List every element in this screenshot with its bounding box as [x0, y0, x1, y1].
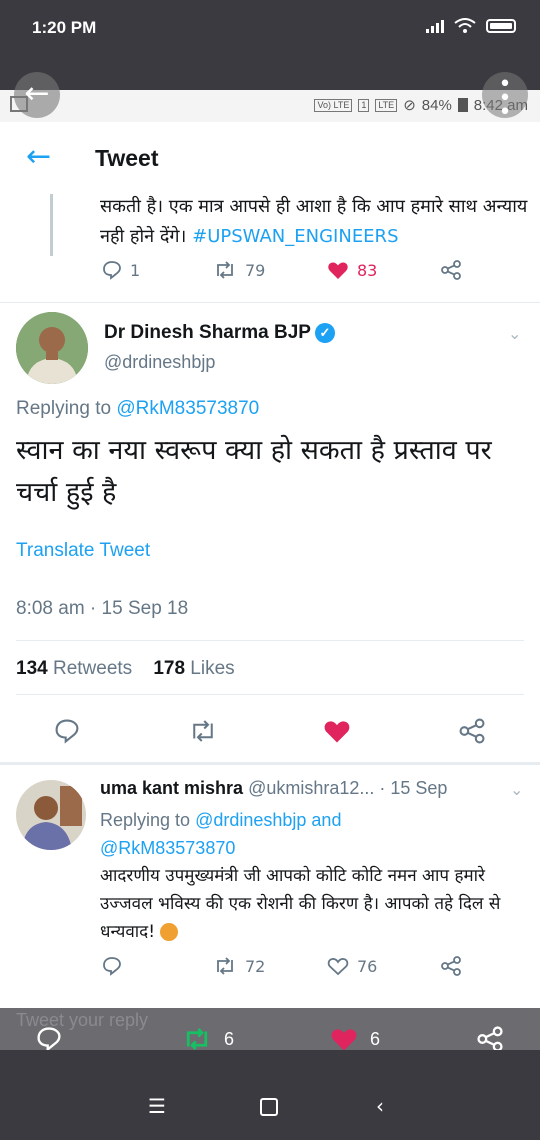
outer-status-bar: 1:20 PM	[0, 0, 540, 90]
heart-icon	[328, 262, 348, 279]
author-name[interactable]: Dr Dinesh Sharma BJP ✓	[104, 322, 335, 344]
share-action[interactable]	[440, 260, 462, 280]
retweets-stat[interactable]: 134 Retweets	[16, 658, 132, 679]
reply-retweet-count: 72	[245, 956, 266, 976]
back-arrow-icon[interactable]: ←	[26, 142, 51, 172]
reply-count: 1	[130, 260, 141, 280]
reply-author[interactable]: uma kant mishra @ukmishra12... · 15 Sep	[100, 778, 447, 799]
divider	[0, 302, 540, 303]
author-handle[interactable]: @drdineshbjp	[104, 352, 215, 373]
outer-more-button[interactable]: • • •	[482, 72, 528, 124]
heart-outline-icon	[327, 958, 349, 976]
retweet-icon	[193, 720, 213, 742]
verified-icon: ✓	[314, 322, 335, 343]
main-like-button[interactable]	[323, 718, 351, 744]
overlay-like-button[interactable]: 6	[330, 1026, 380, 1052]
tweet-text: स्वान का नया स्वरूप क्या हो सकता है प्रस…	[16, 435, 492, 508]
outer-back-button[interactable]: ←	[14, 72, 60, 118]
divider	[16, 694, 524, 695]
replying-to: Replying to @RkM83573870	[16, 398, 259, 420]
dnd-icon: ⊘	[403, 97, 416, 114]
thread-line	[50, 194, 53, 256]
likes-stat-label: Likes	[190, 658, 235, 679]
replying-prefix: Replying to	[16, 398, 112, 419]
likes-stat-count: 178	[153, 658, 186, 679]
tweet-stats: 134 Retweets 178 Likes	[16, 658, 235, 680]
like-action[interactable]: 83	[327, 260, 377, 280]
emoji-icon	[160, 923, 179, 941]
system-nav-bar: ☰ ‹	[0, 1050, 540, 1140]
replying-to-link[interactable]: @RkM83573870	[116, 398, 259, 419]
app-header: ← Tweet	[0, 122, 540, 195]
reply-replying-to: Replying to @drdineshbjp and @RkM8357387…	[100, 806, 430, 862]
reply-author-name: uma kant mishra	[100, 778, 244, 798]
retweets-stat-count: 134	[16, 658, 48, 679]
battery-icon	[486, 19, 516, 33]
inner-battery-icon	[457, 98, 468, 112]
reply-share-action[interactable]	[440, 956, 462, 976]
heart-icon	[331, 1029, 357, 1051]
lte-badge: LTE	[375, 98, 398, 112]
retweet-icon	[217, 957, 233, 975]
likes-stat[interactable]: 178 Likes	[153, 658, 234, 679]
reply-retweet-action[interactable]: 72	[213, 956, 265, 976]
reply-text: आदरणीय उपमुख्यमंत्री जी आपको कोटि कोटि न…	[100, 862, 530, 946]
share-icon	[459, 718, 485, 744]
chevron-down-icon[interactable]: ⌄	[510, 780, 523, 799]
overlay-retweet-count: 6	[224, 1028, 235, 1049]
chevron-down-icon[interactable]: ⌄	[508, 324, 521, 343]
outer-status-icons	[426, 18, 516, 34]
comment-icon	[37, 1027, 61, 1052]
heart-icon	[324, 721, 350, 743]
overlay-like-count: 6	[370, 1028, 381, 1049]
reply-like-count: 76	[357, 956, 378, 976]
tweet-timestamp: 8:08 am · 15 Sep 18	[16, 598, 189, 619]
main-reply-button[interactable]	[54, 718, 80, 744]
overlay-share-button[interactable]	[476, 1026, 504, 1052]
reply-reply-action[interactable]	[102, 956, 122, 976]
sim-badge: 1	[358, 98, 370, 112]
signal-icon	[426, 19, 444, 33]
reply-handle-date: @ukmishra12... · 15 Sep	[248, 778, 448, 798]
avatar[interactable]	[16, 312, 88, 384]
main-share-button[interactable]	[458, 718, 486, 744]
retweet-count: 79	[245, 260, 266, 280]
hashtag-link[interactable]: #UPSWAN_ENGINEERS	[192, 226, 398, 247]
reply-avatar[interactable]	[16, 780, 86, 850]
share-icon	[441, 260, 461, 280]
back-icon[interactable]: ‹	[376, 1094, 384, 1118]
menu-icon[interactable]: ☰	[148, 1094, 166, 1118]
volte-badge: Vo) LTE	[314, 98, 353, 112]
overlay-retweet-button[interactable]: 6	[182, 1026, 234, 1052]
home-icon[interactable]	[260, 1094, 278, 1116]
page-title: Tweet	[95, 145, 159, 171]
reply-replying-prefix: Replying to	[100, 810, 191, 830]
outer-clock: 1:20 PM	[32, 18, 97, 37]
tweet-thread[interactable]: सकती है। एक मात्र आपसे ही आशा है कि आप ह…	[0, 194, 540, 1008]
share-icon	[441, 956, 461, 976]
inner-status-bar: Vo) LTE 1 LTE ⊘ 84% 8:42 am	[0, 90, 540, 122]
main-retweet-button[interactable]	[188, 718, 218, 744]
divider	[16, 640, 524, 641]
share-icon	[477, 1026, 503, 1052]
previous-tweet-text: सकती है। एक मात्र आपसे ही आशा है कि आप ह…	[100, 194, 530, 252]
retweets-stat-label: Retweets	[52, 658, 133, 679]
like-count: 83	[357, 260, 378, 280]
retweet-icon	[217, 261, 233, 279]
reply-icon	[103, 957, 121, 976]
translate-tweet-link[interactable]: Translate Tweet	[16, 540, 150, 562]
overlay-comment-button[interactable]	[36, 1026, 62, 1052]
reply-action[interactable]: 1	[102, 260, 140, 280]
wifi-icon	[454, 18, 476, 33]
reply-icon	[103, 261, 121, 280]
battery-percent: 84%	[421, 96, 452, 114]
author-name-text: Dr Dinesh Sharma BJP	[104, 322, 311, 343]
reply-like-action[interactable]: 76	[327, 956, 377, 976]
retweet-icon	[186, 1028, 208, 1050]
retweet-action[interactable]: 79	[213, 260, 265, 280]
section-divider	[0, 762, 540, 765]
reply-icon	[55, 719, 79, 744]
